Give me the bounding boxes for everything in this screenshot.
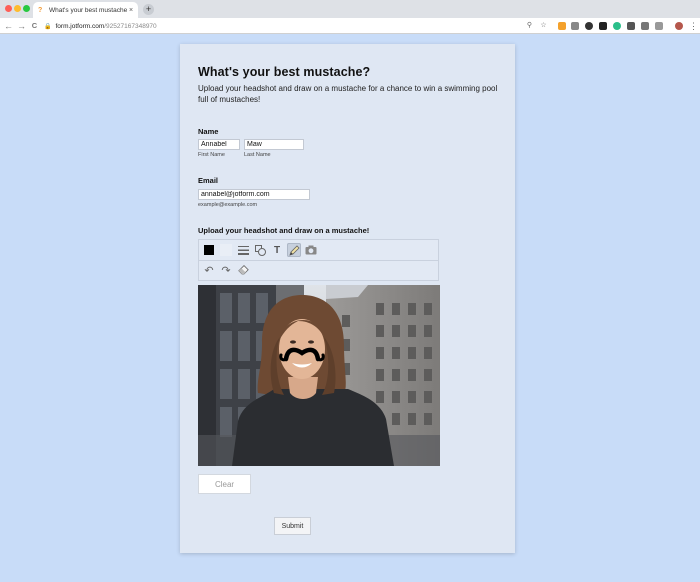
upload-label: Upload your headshot and draw on a musta… (198, 226, 370, 235)
more-menu-icon[interactable]: ⋮ (689, 21, 698, 31)
toolbar-divider (199, 260, 438, 261)
extension-icon[interactable] (599, 22, 607, 30)
browser-toolbar: ← → C 🔒 form.jotform.com /92527167348970… (0, 18, 700, 34)
text-tool-icon[interactable]: T (270, 243, 284, 257)
redo-icon[interactable]: ↷ (219, 263, 233, 277)
email-label: Email (198, 176, 219, 185)
form-subtitle: Upload your headshot and draw on a musta… (198, 84, 498, 104)
window-minimize-button[interactable] (14, 5, 21, 12)
extension-icon[interactable] (655, 22, 663, 30)
headshot-photo (198, 285, 440, 466)
url-path: /92527167348970 (104, 22, 157, 30)
color-black-swatch[interactable] (202, 243, 216, 257)
new-tab-button[interactable]: + (143, 4, 154, 15)
window-close-button[interactable] (5, 5, 12, 12)
jotform-favicon-icon: ? (38, 6, 43, 14)
bookmark-star-icon[interactable]: ☆ (539, 21, 548, 31)
shapes-icon[interactable] (253, 243, 267, 257)
reload-button[interactable]: C (30, 21, 39, 31)
extension-icon[interactable] (627, 22, 635, 30)
tab-title: What's your best mustache? (49, 6, 127, 14)
window-zoom-button[interactable] (23, 5, 30, 12)
avatar[interactable] (675, 22, 683, 30)
email-sublabel: example@example.com (198, 202, 258, 208)
url-host: form.jotform.com (55, 22, 105, 30)
submit-button[interactable]: Submit (274, 517, 311, 535)
camera-icon[interactable] (304, 243, 318, 257)
zoom-icon[interactable]: ⚲ (525, 21, 534, 31)
tab-close-icon[interactable]: × (127, 7, 135, 14)
extension-icon[interactable] (613, 22, 621, 30)
browser-tab[interactable]: ? What's your best mustache? × (33, 2, 138, 18)
browser-tab-bar: ? What's your best mustache? × + (0, 0, 700, 18)
first-name-sublabel: First Name (198, 152, 225, 158)
email-input[interactable] (198, 189, 310, 200)
color-white-swatch[interactable] (219, 243, 233, 257)
extension-icon[interactable] (641, 22, 649, 30)
forward-button[interactable]: → (17, 21, 26, 31)
last-name-sublabel: Last Name (244, 152, 271, 158)
first-name-input[interactable] (198, 139, 240, 150)
undo-icon[interactable]: ↶ (202, 263, 216, 277)
extension-icon[interactable] (585, 22, 593, 30)
pencil-icon[interactable] (287, 243, 301, 257)
eraser-icon[interactable] (236, 263, 250, 277)
drawing-canvas[interactable] (198, 285, 440, 466)
line-width-icon[interactable] (236, 243, 250, 257)
last-name-input[interactable] (244, 139, 304, 150)
lock-icon: 🔒 (44, 23, 52, 30)
extension-icon[interactable] (571, 22, 579, 30)
form-card: What's your best mustache? Upload your h… (180, 44, 515, 553)
back-button[interactable]: ← (4, 21, 13, 31)
extension-icon[interactable] (558, 22, 566, 30)
form-title: What's your best mustache? (198, 65, 371, 79)
clear-button[interactable]: Clear (198, 474, 251, 494)
drawing-toolbar: T ↶ ↷ (198, 239, 439, 281)
address-bar[interactable]: 🔒 form.jotform.com /92527167348970 (44, 20, 556, 32)
name-label: Name (198, 127, 219, 136)
